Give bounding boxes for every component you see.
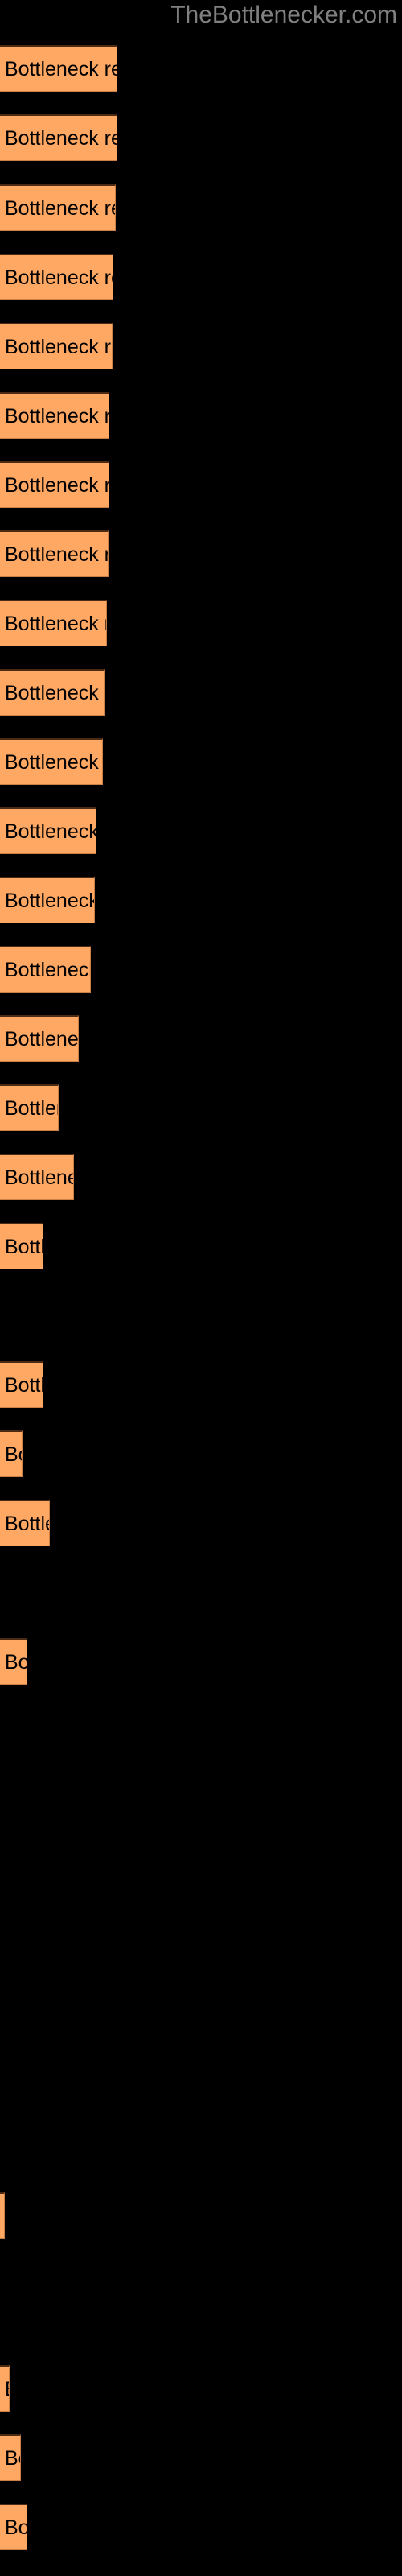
bar: Bottleneck result — [0, 2504, 27, 2550]
bar: Bottleneck result — [0, 530, 109, 577]
bar: Bottleneck result — [0, 1154, 74, 1200]
bar-label: Bottleneck result — [5, 612, 106, 635]
bar: Bottleneck result — [0, 1361, 43, 1408]
bar-label: Bottleneck result — [5, 1512, 49, 1535]
bar: Bottleneck result — [0, 114, 117, 161]
bar: Bottleneck result — [0, 600, 107, 646]
bar: Bottleneck result — [0, 1500, 50, 1546]
bar: Bottleneck result — [0, 2365, 10, 2412]
bar-label: Bottleneck result — [5, 1443, 22, 1466]
bar: Bottleneck result — [0, 877, 95, 923]
bar-label: Bottleneck result — [5, 819, 96, 843]
bar: Bottleneck result — [0, 392, 109, 439]
bar: Bottleneck result — [0, 2192, 5, 2239]
bar-label: Bottleneck result — [5, 1166, 73, 1189]
bar-label: Bottleneck result — [5, 126, 117, 150]
bar: Bottleneck result — [0, 1084, 59, 1131]
bar: Bottleneck result — [0, 323, 113, 369]
bar-label: Bottleneck result — [5, 1650, 27, 1674]
bar: Bottleneck result — [0, 2434, 21, 2481]
bar-label: Bottleneck result — [5, 958, 91, 981]
bar-label: Bottleneck result — [5, 266, 113, 289]
bar: Bottleneck result — [0, 1015, 79, 1062]
bar-label: Bottleneck result — [5, 2446, 20, 2470]
bar: Bottleneck result — [0, 946, 91, 993]
bar-label: Bottleneck result — [5, 750, 102, 774]
bar-label: Bottleneck result — [5, 1096, 58, 1120]
bar-label: Bottleneck result — [5, 2516, 27, 2539]
bar-label: Bottleneck result — [5, 1027, 79, 1051]
bar: Bottleneck result — [0, 1638, 27, 1685]
bottleneck-bar-chart: Bottleneck result Bottleneck result Bottle… — [0, 0, 402, 2576]
bar: Bottleneck result — [0, 45, 117, 92]
bar: Bottleneck result — [0, 461, 109, 508]
bar-label: Bottleneck result — [5, 2378, 9, 2401]
bar-label: Bottleneck result — [5, 57, 117, 80]
bar-label: Bottleneck result — [5, 889, 95, 912]
bar: Bottleneck result — [0, 738, 103, 785]
bar-label: Bottleneck result — [5, 335, 112, 358]
bar-label: Bottleneck result — [5, 404, 109, 427]
bar: Bottleneck result — [0, 1223, 43, 1269]
bar: Bottleneck result — [0, 254, 113, 300]
bar-label: Bottleneck result — [5, 1373, 43, 1397]
bar-label: Bottleneck result — [5, 473, 109, 497]
bar-label: Bottleneck result — [5, 196, 115, 220]
bar-label: Bottleneck result — [5, 681, 104, 704]
bar-label: Bottleneck result — [5, 1235, 43, 1258]
bar: Bottleneck result — [0, 1430, 23, 1477]
bar-label: Bottleneck result — [5, 543, 108, 566]
bar: Bottleneck result — [0, 669, 105, 716]
bar: Bottleneck result — [0, 184, 116, 231]
bar: Bottleneck result — [0, 807, 96, 854]
